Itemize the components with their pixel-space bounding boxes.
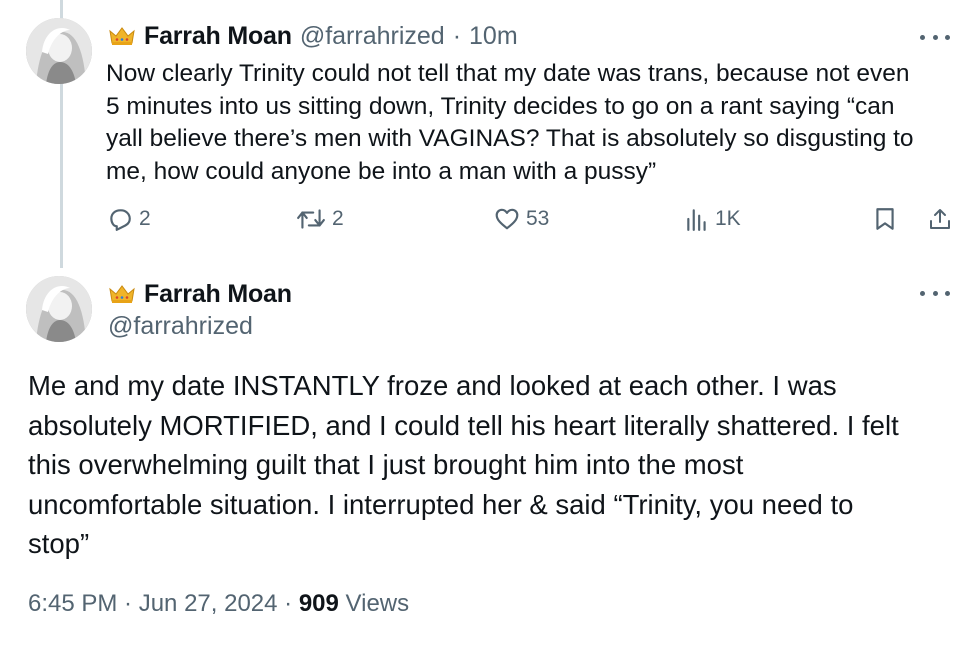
crown-icon <box>108 283 136 305</box>
action-bar: 2 2 53 1K <box>0 206 980 242</box>
tweet-header: Farrah Moan <box>108 278 292 310</box>
more-options-button[interactable] <box>920 27 950 47</box>
views-button[interactable]: 1K <box>685 206 741 232</box>
avatar[interactable] <box>26 276 92 342</box>
more-dot-icon <box>932 34 938 40</box>
views-label: Views <box>338 590 410 617</box>
reply-button[interactable]: 2 <box>107 206 151 232</box>
like-button[interactable]: 53 <box>494 206 549 232</box>
tweet-metadata: 6:45 PM · Jun 27, 2024 · 909 Views <box>28 590 409 618</box>
post-time[interactable]: 10m <box>469 22 518 51</box>
avatar[interactable] <box>26 18 92 84</box>
post-timestamp[interactable]: 6:45 PM · Jun 27, 2024 · <box>28 590 299 617</box>
display-name[interactable]: Farrah Moan <box>144 280 292 309</box>
views-count: 1K <box>715 207 741 230</box>
reply-count: 2 <box>139 207 151 230</box>
avatar-image <box>26 276 92 342</box>
retweet-count: 2 <box>332 207 344 230</box>
separator: · <box>452 21 462 50</box>
retweet-button[interactable]: 2 <box>296 206 344 232</box>
avatar-image <box>26 18 92 84</box>
share-button[interactable] <box>928 206 952 232</box>
reply-icon <box>110 209 131 231</box>
analytics-icon <box>687 209 706 231</box>
tweet-header: Farrah Moan @farrahrized · 10m <box>108 20 518 52</box>
more-options-button[interactable] <box>920 283 950 303</box>
more-dot-icon <box>920 34 925 40</box>
views-count: 909 <box>298 590 339 617</box>
tweet-text: Me and my date INSTANTLY froze and looke… <box>28 370 899 559</box>
like-count: 53 <box>526 207 550 230</box>
tweet-text: Now clearly Trinity could not tell that … <box>106 60 914 185</box>
crown-icon <box>108 25 136 47</box>
bookmark-icon <box>876 208 894 230</box>
bookmark-button[interactable] <box>874 206 896 232</box>
user-handle[interactable]: @farrahrized <box>300 22 445 51</box>
more-dot-icon <box>945 290 950 296</box>
more-dot-icon <box>920 290 925 296</box>
more-dot-icon <box>932 290 938 296</box>
retweet-icon <box>297 209 325 229</box>
more-dot-icon <box>945 34 950 40</box>
user-handle[interactable]: @farrahrized <box>108 312 253 341</box>
heart-icon <box>495 208 519 230</box>
display-name[interactable]: Farrah Moan <box>144 22 292 51</box>
share-icon <box>930 209 950 229</box>
